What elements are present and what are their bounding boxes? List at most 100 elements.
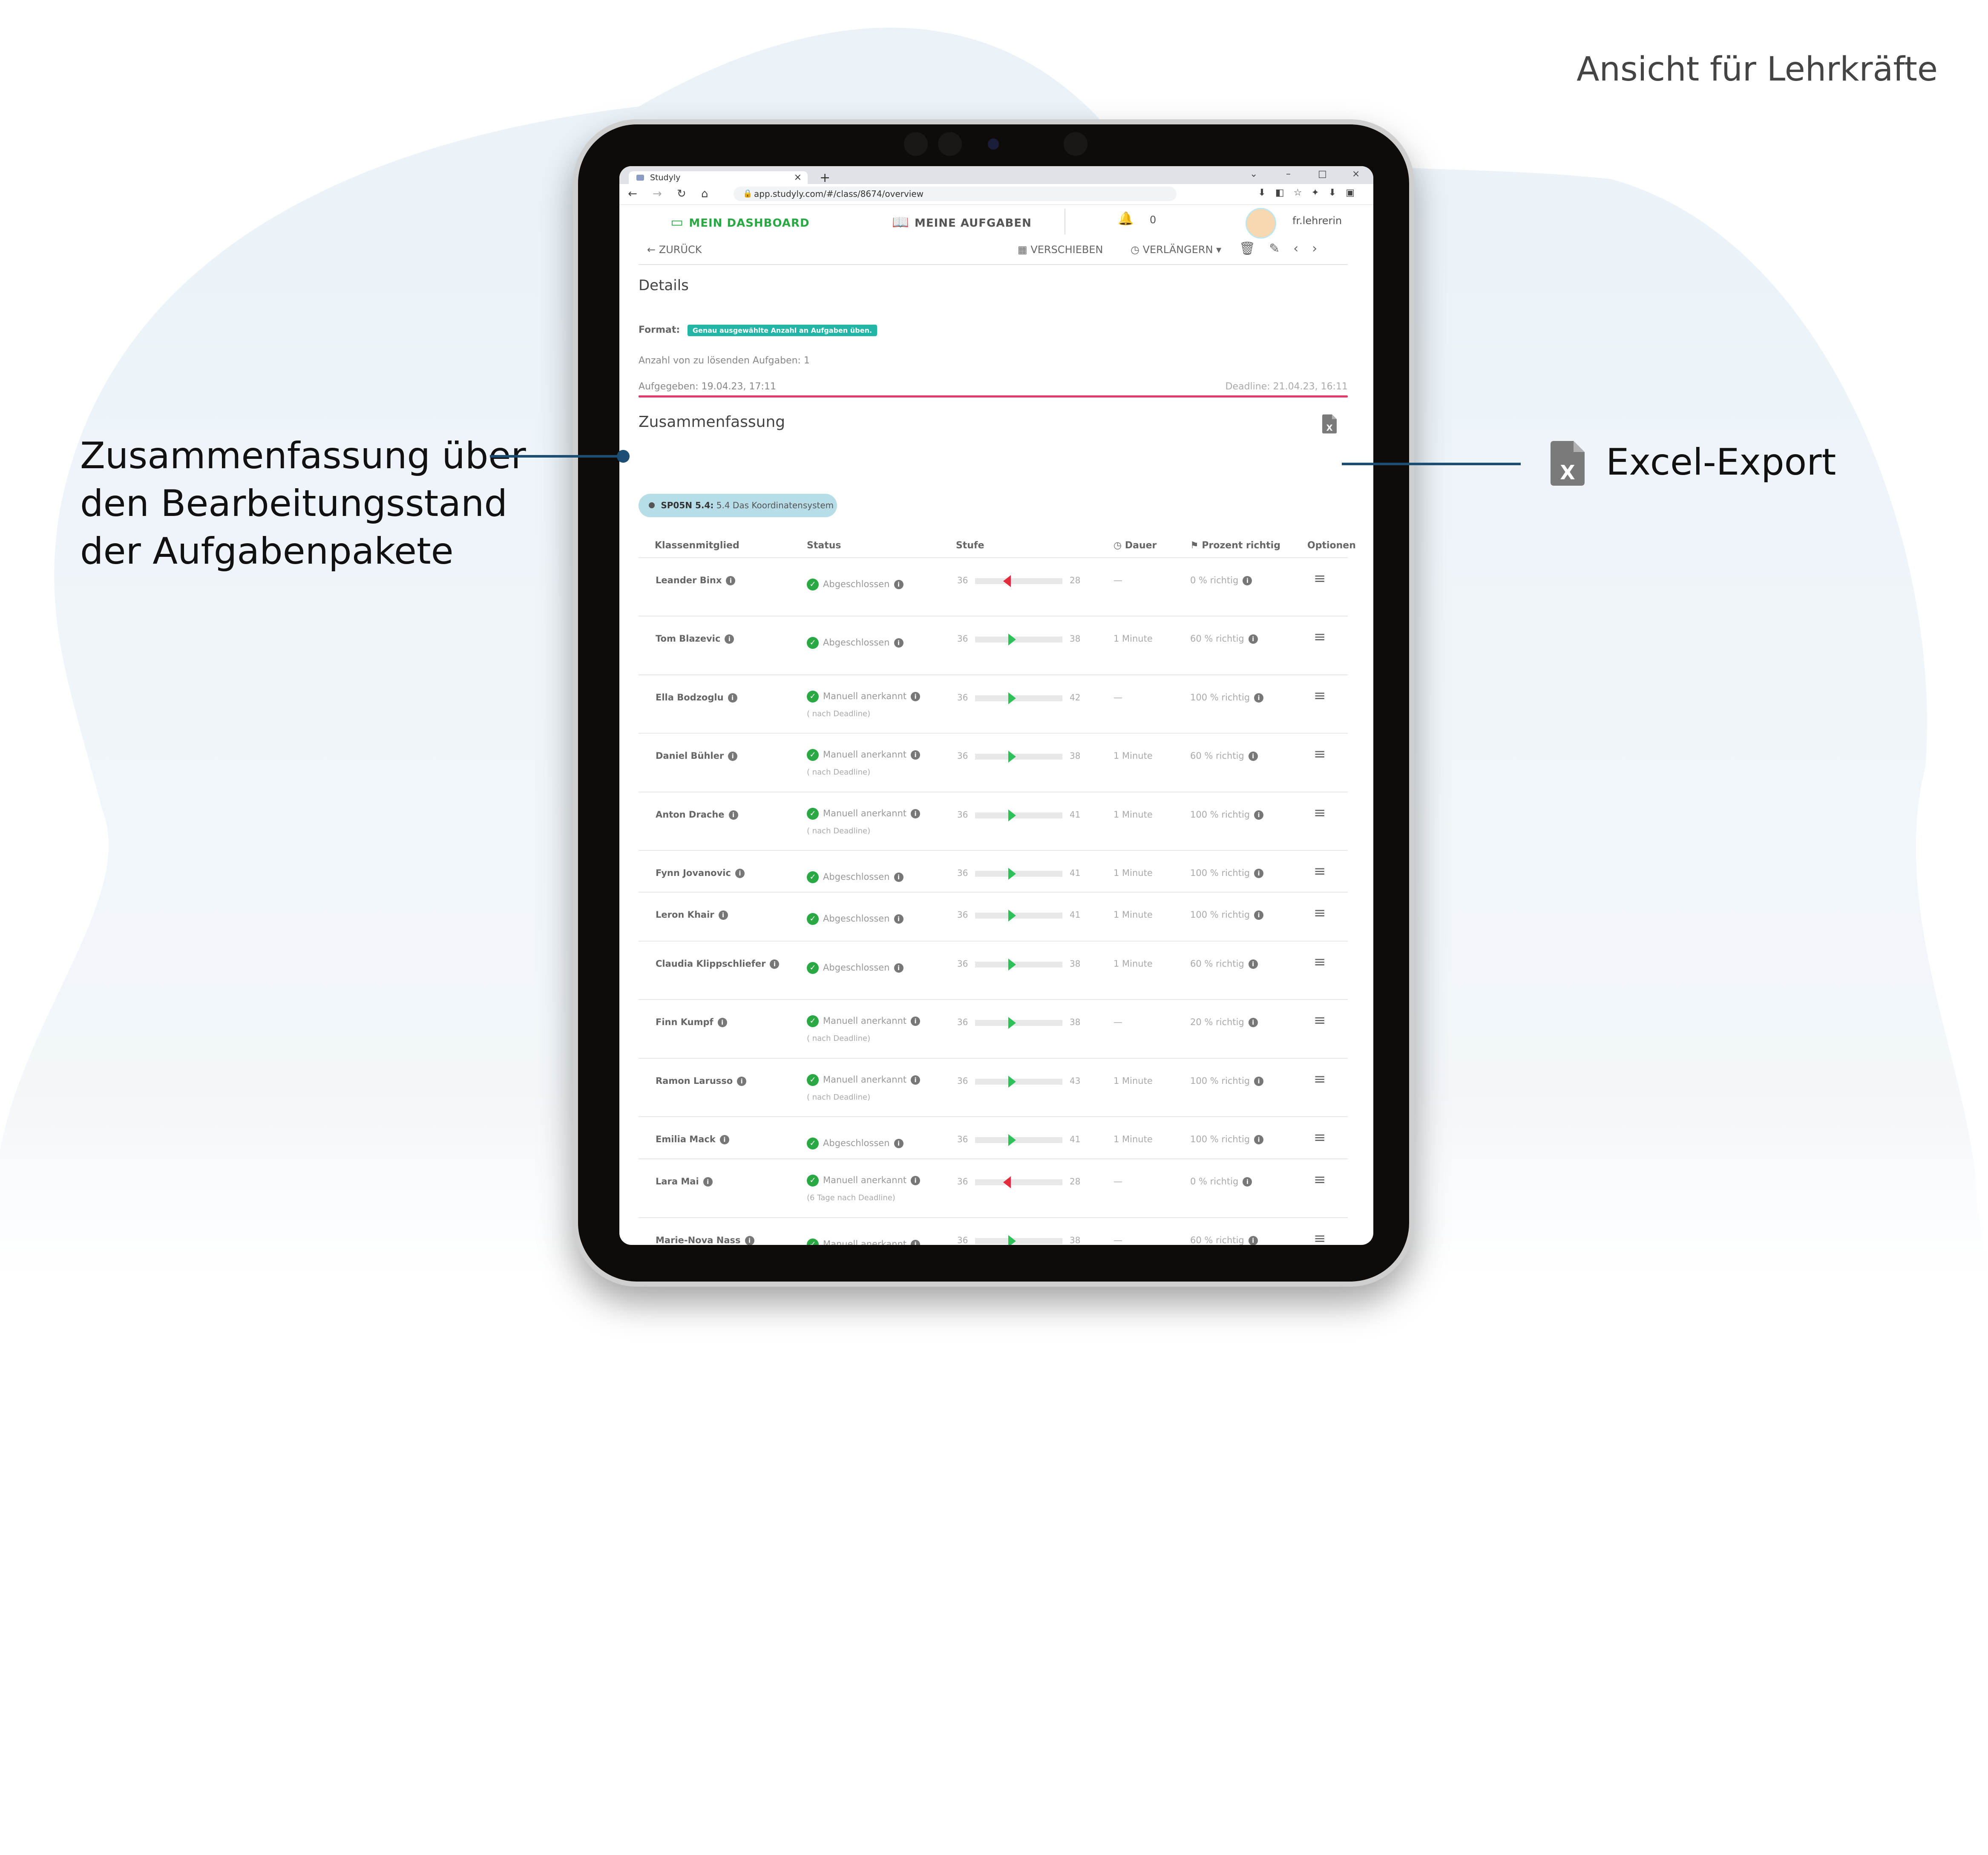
- member-name[interactable]: Finn Kumpf i: [656, 1017, 727, 1027]
- info-icon[interactable]: i: [745, 1236, 754, 1245]
- close-icon[interactable]: ×: [794, 171, 802, 184]
- member-name[interactable]: Emilia Mack i: [656, 1134, 729, 1144]
- member-name[interactable]: Anton Drache i: [656, 809, 738, 820]
- info-icon[interactable]: i: [911, 1176, 921, 1185]
- nav-tasks[interactable]: 📖 MEINE AUFGABEN: [892, 214, 1032, 230]
- url-field[interactable]: 🔒 app.studyly.com/#/class/8674/overview: [734, 187, 1177, 201]
- info-icon[interactable]: i: [1254, 910, 1264, 920]
- info-icon[interactable]: i: [725, 634, 734, 644]
- pencil-icon[interactable]: ✎: [1269, 241, 1293, 256]
- member-name[interactable]: Lara Mai i: [656, 1176, 713, 1187]
- back-button[interactable]: ← ZURÜCK: [647, 244, 702, 256]
- bell-icon[interactable]: 🔔: [1118, 211, 1134, 226]
- info-icon[interactable]: i: [1254, 693, 1264, 703]
- percent-correct: 20 % richtig i: [1190, 1017, 1258, 1027]
- info-icon[interactable]: i: [726, 576, 736, 585]
- close-window-icon[interactable]: ×: [1352, 169, 1360, 179]
- avatar[interactable]: [1246, 208, 1276, 239]
- options-menu-icon[interactable]: ≡: [1314, 1129, 1326, 1146]
- back-arrow-icon[interactable]: ←: [628, 187, 637, 200]
- options-menu-icon[interactable]: ≡: [1314, 1012, 1326, 1029]
- info-icon[interactable]: i: [737, 1077, 747, 1086]
- info-icon[interactable]: i: [1243, 576, 1252, 585]
- new-tab-icon[interactable]: +: [820, 170, 830, 185]
- options-menu-icon[interactable]: ≡: [1314, 1071, 1326, 1088]
- browser-extension-icons[interactable]: ⬇◧☆✦⬇▣: [1258, 187, 1364, 198]
- trash-icon[interactable]: 🗑: [1239, 241, 1269, 256]
- chevron-down-icon[interactable]: ⌄: [1250, 169, 1257, 179]
- options-menu-icon[interactable]: ≡: [1314, 804, 1326, 821]
- info-icon[interactable]: i: [1248, 1018, 1258, 1027]
- info-icon[interactable]: i: [735, 869, 745, 878]
- home-icon[interactable]: ⌂: [701, 187, 708, 200]
- member-name[interactable]: Claudia Klippschliefer i: [656, 959, 780, 969]
- info-icon[interactable]: i: [911, 750, 921, 760]
- info-icon[interactable]: i: [894, 580, 903, 589]
- extend-button[interactable]: ◷ VERLÄNGERN ▾: [1131, 244, 1221, 256]
- member-name[interactable]: Leron Khair i: [656, 910, 728, 920]
- member-name[interactable]: Marie-Nova Nass i: [656, 1235, 754, 1245]
- excel-file-icon: X: [1551, 441, 1585, 486]
- user-name[interactable]: fr.lehrerin: [1292, 215, 1342, 227]
- member-name[interactable]: Leander Binx i: [656, 575, 736, 585]
- info-icon[interactable]: i: [1248, 634, 1258, 644]
- info-icon[interactable]: i: [894, 963, 903, 973]
- info-icon[interactable]: i: [770, 959, 780, 969]
- info-icon[interactable]: i: [1254, 810, 1264, 820]
- header-percent: ⚑ Prozent richtig: [1190, 540, 1280, 551]
- browser-tab[interactable]: Studyly ×: [629, 171, 808, 184]
- info-icon[interactable]: i: [1243, 1177, 1252, 1187]
- options-menu-icon[interactable]: ≡: [1314, 904, 1326, 922]
- info-icon[interactable]: i: [719, 1135, 729, 1144]
- info-icon[interactable]: i: [717, 1018, 727, 1027]
- info-icon[interactable]: i: [728, 693, 737, 703]
- options-menu-icon[interactable]: ≡: [1314, 687, 1326, 704]
- info-icon[interactable]: i: [703, 1177, 713, 1187]
- info-icon[interactable]: i: [1254, 1077, 1264, 1086]
- info-icon[interactable]: i: [728, 752, 738, 761]
- info-icon[interactable]: i: [1248, 1236, 1258, 1245]
- info-icon[interactable]: i: [894, 873, 903, 882]
- package-chip[interactable]: SP05N 5.4: 5.4 Das Koordinatensystem: [639, 494, 837, 517]
- info-icon[interactable]: i: [1254, 869, 1264, 878]
- options-menu-icon[interactable]: ≡: [1314, 628, 1326, 645]
- info-icon[interactable]: i: [1248, 959, 1258, 969]
- options-menu-icon[interactable]: ≡: [1314, 746, 1326, 763]
- maximize-icon[interactable]: □: [1318, 169, 1327, 179]
- chevron-right-icon[interactable]: ›: [1312, 241, 1331, 256]
- info-icon[interactable]: i: [911, 809, 921, 818]
- nav-dashboard[interactable]: ▭ MEIN DASHBOARD: [670, 214, 810, 230]
- member-name[interactable]: Ramon Larusso i: [656, 1076, 747, 1086]
- info-icon[interactable]: i: [911, 1075, 921, 1085]
- duration: 1 Minute: [1113, 809, 1153, 820]
- minimize-icon[interactable]: –: [1286, 169, 1291, 179]
- info-icon[interactable]: i: [911, 1017, 921, 1026]
- status-cell: ✓ Manuell anerkannt i: [807, 691, 921, 703]
- member-name[interactable]: Fynn Jovanovic i: [656, 868, 745, 878]
- options-menu-icon[interactable]: ≡: [1314, 1171, 1326, 1188]
- member-name[interactable]: Tom Blazevic i: [656, 634, 734, 644]
- info-icon[interactable]: i: [894, 638, 903, 648]
- info-icon[interactable]: i: [728, 810, 738, 820]
- options-menu-icon[interactable]: ≡: [1314, 863, 1326, 880]
- move-button[interactable]: ▦ VERSCHIEBEN: [1018, 244, 1103, 256]
- info-icon[interactable]: i: [1254, 1135, 1264, 1144]
- reload-icon[interactable]: ↻: [677, 187, 686, 200]
- chevron-left-icon[interactable]: ‹: [1293, 241, 1312, 256]
- options-menu-icon[interactable]: ≡: [1314, 953, 1326, 971]
- options-menu-icon[interactable]: ≡: [1314, 1230, 1326, 1245]
- status-subtext: ( nach Deadline): [807, 1034, 871, 1043]
- excel-export-icon[interactable]: X: [1322, 414, 1337, 434]
- info-icon[interactable]: i: [894, 914, 903, 924]
- info-icon[interactable]: i: [911, 692, 921, 701]
- forward-arrow-icon[interactable]: →: [653, 187, 662, 200]
- duration: —: [1113, 1017, 1122, 1027]
- format-row: Format: Genau ausgewählte Anzahl an Aufg…: [639, 325, 877, 336]
- member-name[interactable]: Ella Bodzoglu i: [656, 692, 737, 703]
- info-icon[interactable]: i: [894, 1139, 903, 1148]
- info-icon[interactable]: i: [911, 1240, 921, 1245]
- info-icon[interactable]: i: [718, 910, 728, 920]
- options-menu-icon[interactable]: ≡: [1314, 570, 1326, 587]
- info-icon[interactable]: i: [1248, 752, 1258, 761]
- member-name[interactable]: Daniel Bühler i: [656, 751, 738, 761]
